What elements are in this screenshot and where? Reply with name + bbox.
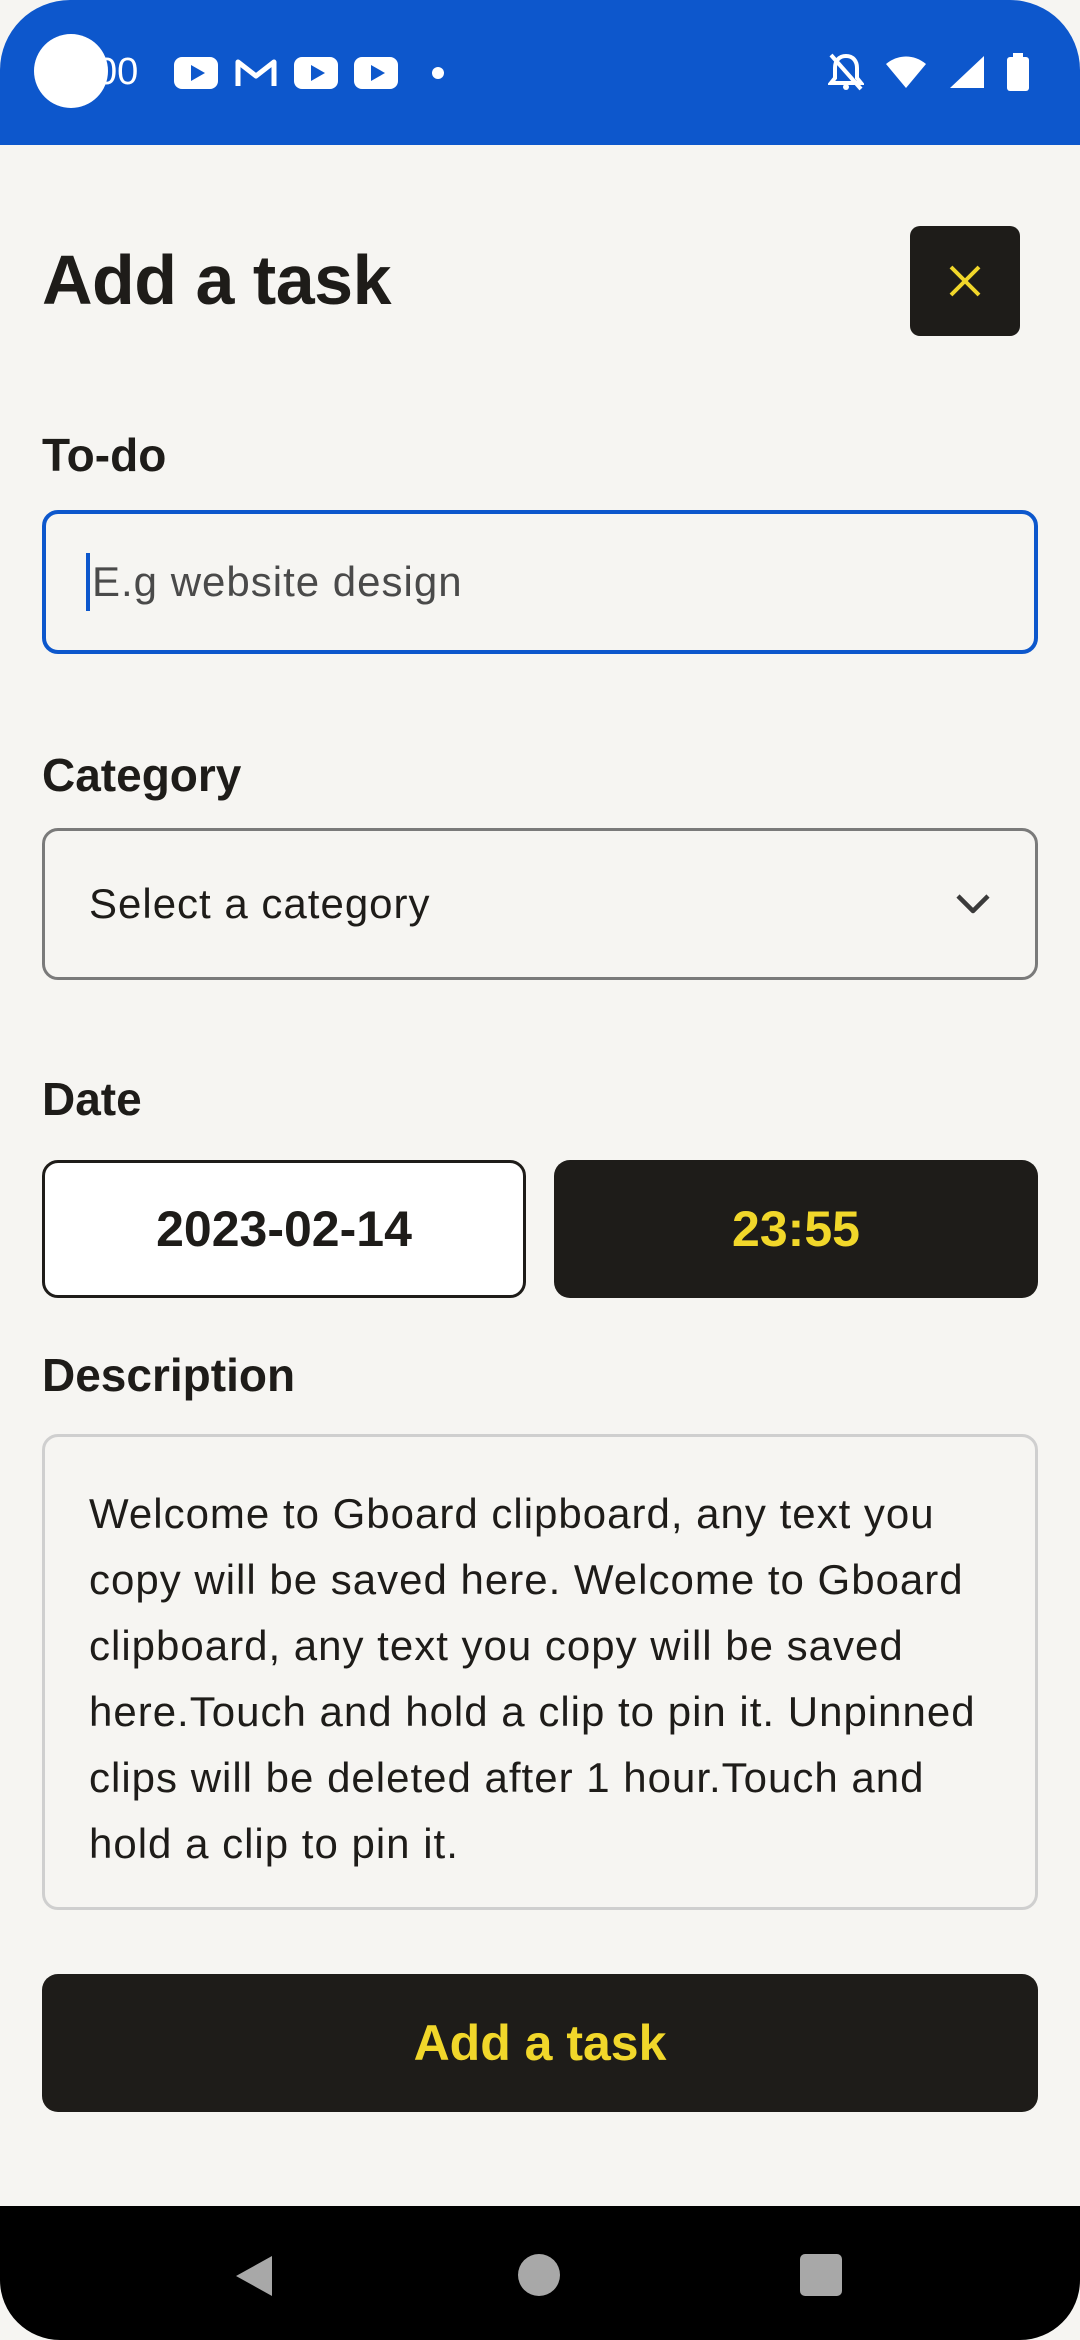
screen: 00 Add a task To-do E.g website design C… <box>0 0 1080 2340</box>
recents-icon[interactable] <box>800 2254 842 2296</box>
wifi-icon <box>886 56 926 88</box>
youtube-icon <box>174 57 218 89</box>
home-icon[interactable] <box>518 2254 560 2296</box>
description-textarea[interactable]: Welcome to Gboard clipboard, any text yo… <box>42 1434 1038 1910</box>
description-label: Description <box>42 1349 296 1401</box>
close-button[interactable] <box>910 226 1020 336</box>
todo-label: To-do <box>42 429 167 481</box>
gmail-icon <box>235 59 277 86</box>
todo-input[interactable]: E.g website design <box>42 510 1038 654</box>
back-icon[interactable] <box>234 2254 274 2298</box>
cell-signal-icon <box>950 56 984 88</box>
category-label: Category <box>42 749 242 801</box>
time-picker-button[interactable]: 23:55 <box>554 1160 1038 1298</box>
status-bar: 00 <box>0 0 1080 145</box>
notifications-off-icon <box>828 53 864 91</box>
category-selected-value: Select a category <box>89 880 431 927</box>
close-icon <box>949 265 981 297</box>
notification-dot-icon <box>432 67 444 79</box>
status-time: 00 <box>96 51 139 93</box>
navigation-bar <box>0 2206 1080 2340</box>
add-task-button[interactable]: Add a task <box>42 1974 1038 2112</box>
page-title: Add a task <box>42 241 392 319</box>
battery-icon <box>1007 53 1029 91</box>
notification-icons <box>174 56 444 90</box>
system-icons <box>828 52 1030 92</box>
youtube-icon <box>294 57 338 89</box>
todo-placeholder: E.g website design <box>92 558 463 605</box>
chevron-down-icon <box>956 894 990 914</box>
date-picker-button[interactable]: 2023-02-14 <box>42 1160 526 1298</box>
text-cursor <box>86 553 90 611</box>
youtube-icon <box>354 57 398 89</box>
category-select[interactable]: Select a category <box>42 828 1038 980</box>
date-label: Date <box>42 1073 142 1125</box>
